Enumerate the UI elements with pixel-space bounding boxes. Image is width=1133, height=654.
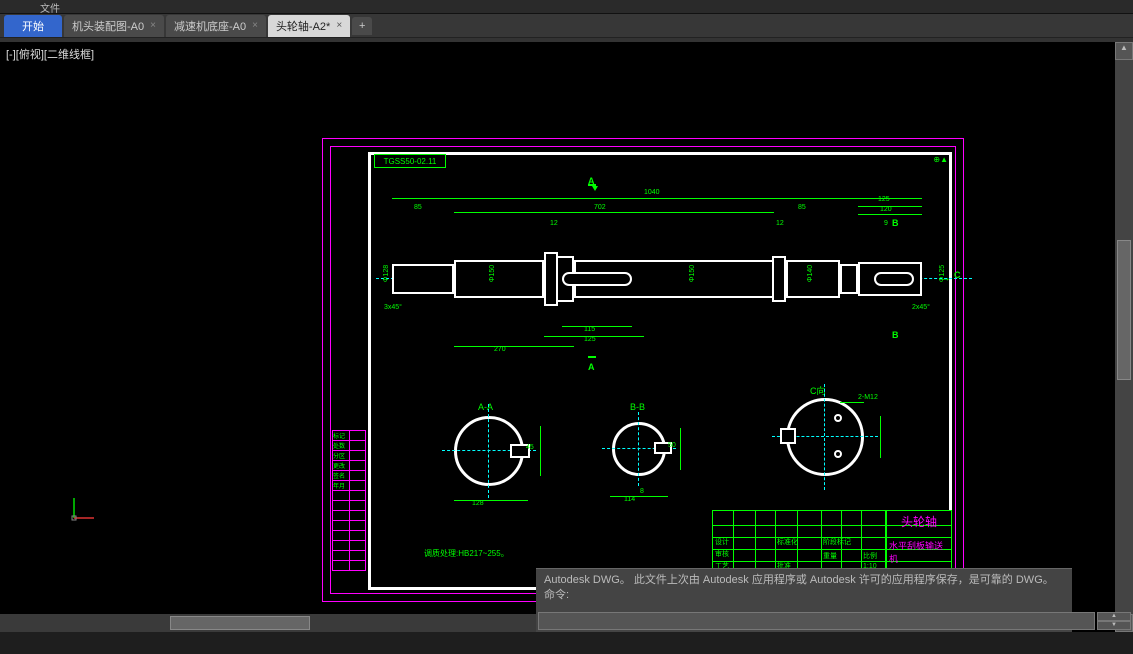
dimension: Φ140 bbox=[807, 265, 814, 282]
dimension: 270 bbox=[494, 346, 506, 353]
horizontal-scrollbar[interactable] bbox=[0, 614, 536, 632]
dimension: 1040 bbox=[644, 189, 660, 196]
drawing-viewport[interactable]: [-][俯视][二维线框] TGSS50-02.11 ⊕▲ 标记 处数 分区 更… bbox=[0, 42, 1133, 632]
menubar: 文件 bbox=[0, 0, 1133, 14]
drawing-code-top: TGSS50-02.11 bbox=[374, 154, 446, 168]
tb-cell: 比例 bbox=[863, 551, 877, 561]
view-c: 2-M12 bbox=[786, 398, 864, 476]
projection-symbol: ⊕▲ bbox=[933, 155, 948, 164]
technical-note: 调质处理:HB217~255。 bbox=[424, 548, 509, 559]
viewport-label[interactable]: [-][俯视][二维线框] bbox=[6, 46, 94, 62]
tb-cell: 阶段标记 bbox=[823, 537, 851, 547]
ucs-icon[interactable] bbox=[70, 492, 100, 522]
shaft-shoulder bbox=[772, 256, 786, 302]
command-text: Autodesk DWG。 此文件上次由 Autodesk 应用程序或 Auto… bbox=[544, 573, 1064, 588]
shaft-shoulder bbox=[544, 252, 558, 306]
tab-label: 开始 bbox=[22, 18, 44, 34]
shaft-segment bbox=[392, 264, 454, 294]
section-label-aa: A-A bbox=[478, 402, 493, 412]
tab-doc-1[interactable]: 机头装配图-A0 × bbox=[64, 15, 164, 37]
tab-label: 机头装配图-A0 bbox=[72, 18, 144, 34]
dimension: 12 bbox=[550, 220, 558, 227]
scroll-thumb[interactable] bbox=[170, 616, 310, 630]
view-arrow-c: → bbox=[940, 272, 951, 284]
dimension: Φ128 bbox=[383, 265, 390, 282]
revision-strip: 标记 处数 分区 更改文件号 签名 年月日 bbox=[332, 430, 366, 570]
tab-doc-2[interactable]: 减速机底座-A0 × bbox=[166, 15, 266, 37]
shaft-segment bbox=[454, 260, 544, 298]
dimension: Φ150 bbox=[689, 265, 696, 282]
section-bb: 50 bbox=[612, 422, 666, 476]
tb-cell: 审核 bbox=[715, 549, 729, 559]
dimension: 115 bbox=[584, 326, 595, 333]
section-mark-b: B bbox=[892, 330, 899, 340]
tab-home[interactable]: 开始 bbox=[4, 15, 62, 37]
section-mark-c: C bbox=[954, 270, 961, 280]
tb-cell: 重量 bbox=[823, 551, 837, 561]
tb-cell: 标准化 bbox=[777, 537, 798, 547]
dimension: Φ150 bbox=[489, 265, 496, 282]
dimension: 45 bbox=[526, 444, 534, 451]
close-icon[interactable]: × bbox=[252, 20, 258, 31]
tb-cell: 设计 bbox=[715, 537, 729, 547]
dimension: 8 bbox=[640, 488, 644, 495]
project-name: 水平刮板输送机 bbox=[889, 539, 951, 565]
dimension: 125 bbox=[584, 336, 596, 343]
section-mark-b: B bbox=[892, 218, 899, 228]
shaft-segment bbox=[840, 264, 858, 294]
dimension: 125 bbox=[878, 196, 890, 203]
command-input[interactable] bbox=[538, 612, 1095, 630]
dimension: 12 bbox=[776, 220, 784, 227]
dimension: 85 bbox=[798, 204, 806, 211]
dimension: 702 bbox=[594, 204, 606, 211]
dimension: 2-M12 bbox=[858, 394, 878, 401]
scroll-up-button[interactable]: ▲ bbox=[1115, 42, 1133, 60]
dimension: 3x45° bbox=[384, 304, 402, 311]
dimension: 85 bbox=[414, 204, 422, 211]
document-tabs: 开始 机头装配图-A0 × 减速机底座-A0 × 头轮轴-A2* × + bbox=[0, 14, 1133, 38]
dimension: 114 bbox=[624, 496, 635, 503]
keyway bbox=[874, 272, 914, 286]
close-icon[interactable]: × bbox=[336, 20, 342, 31]
command-scroll[interactable]: ▲ ▼ bbox=[1097, 612, 1131, 630]
command-prompt: 命令: bbox=[544, 588, 1064, 603]
shaft-main-view: 1040 702 85 85 125 120 12 12 9 115 125 2… bbox=[384, 234, 944, 324]
section-aa: 45 bbox=[454, 416, 524, 486]
close-icon[interactable]: × bbox=[150, 20, 156, 31]
dimension: 50 bbox=[668, 442, 676, 449]
tab-label: 减速机底座-A0 bbox=[174, 18, 246, 34]
dimension: 2x45° bbox=[912, 304, 930, 311]
new-tab-button[interactable]: + bbox=[352, 17, 372, 35]
tab-label: 头轮轴-A2* bbox=[276, 18, 330, 34]
drawing-sheet: TGSS50-02.11 ⊕▲ 标记 处数 分区 更改文件号 签名 年月日 bbox=[324, 140, 962, 600]
chevron-up-icon[interactable]: ▲ bbox=[1097, 612, 1131, 621]
dimension: 120 bbox=[880, 206, 892, 213]
chevron-down-icon[interactable]: ▼ bbox=[1097, 621, 1131, 630]
section-label-bb: B-B bbox=[630, 402, 645, 412]
menu-item[interactable]: 文件 bbox=[0, 0, 100, 13]
vertical-scrollbar[interactable]: ▲ ▼ bbox=[1115, 42, 1133, 632]
dimension: 9 bbox=[884, 220, 888, 227]
keyway bbox=[562, 272, 632, 286]
section-mark-a: A bbox=[588, 362, 595, 372]
dimension: 128 bbox=[472, 500, 484, 507]
scroll-thumb[interactable] bbox=[1117, 240, 1131, 380]
tab-doc-3-active[interactable]: 头轮轴-A2* × bbox=[268, 15, 350, 37]
part-name: 头轮轴 bbox=[901, 513, 937, 530]
